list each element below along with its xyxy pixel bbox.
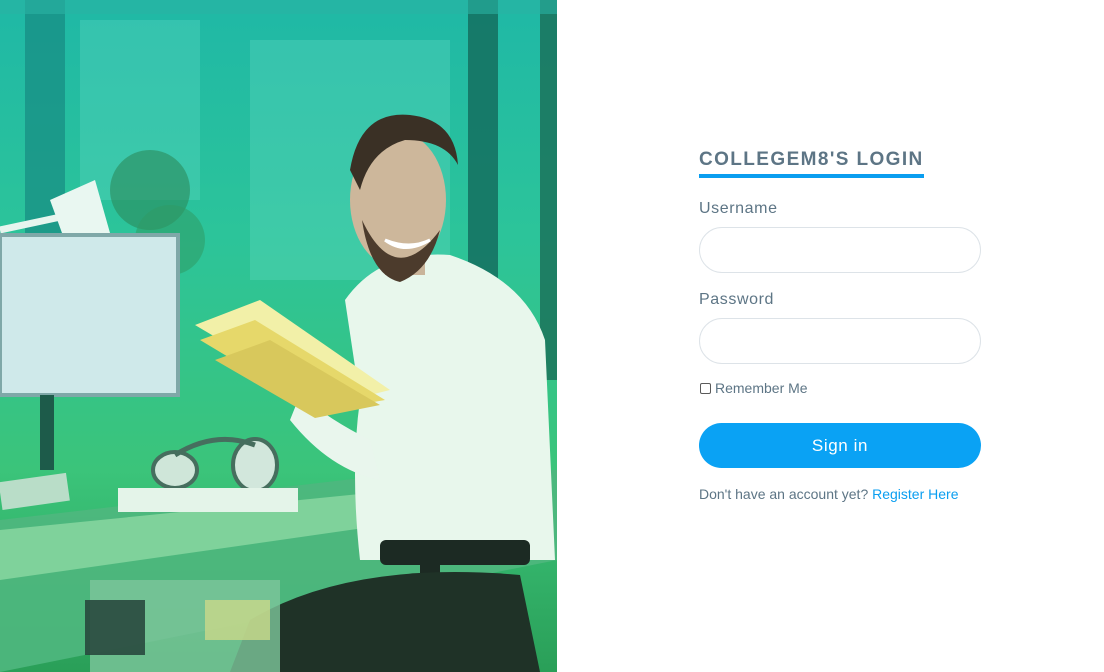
- login-panel: COLLEGEM8'S LOGIN Username Password Reme…: [557, 0, 1104, 672]
- remember-me-label[interactable]: Remember Me: [715, 380, 808, 396]
- hero-image: [0, 0, 557, 672]
- username-label: Username: [699, 200, 778, 217]
- register-link[interactable]: Register Here: [872, 486, 958, 502]
- login-title: COLLEGEM8'S LOGIN: [699, 148, 924, 178]
- sign-in-button[interactable]: Sign in: [699, 423, 981, 468]
- login-page: COLLEGEM8'S LOGIN Username Password Reme…: [0, 0, 1104, 672]
- login-form: COLLEGEM8'S LOGIN Username Password Reme…: [699, 148, 981, 502]
- remember-me-checkbox[interactable]: [700, 382, 711, 394]
- remember-me-row: Remember Me: [699, 380, 981, 396]
- password-input[interactable]: [699, 318, 981, 364]
- hero-illustration: [0, 0, 557, 672]
- password-label: Password: [699, 291, 775, 308]
- username-input[interactable]: [699, 227, 981, 273]
- register-prompt-text: Don't have an account yet?: [699, 486, 869, 502]
- register-prompt-line: Don't have an account yet? Register Here: [699, 486, 981, 502]
